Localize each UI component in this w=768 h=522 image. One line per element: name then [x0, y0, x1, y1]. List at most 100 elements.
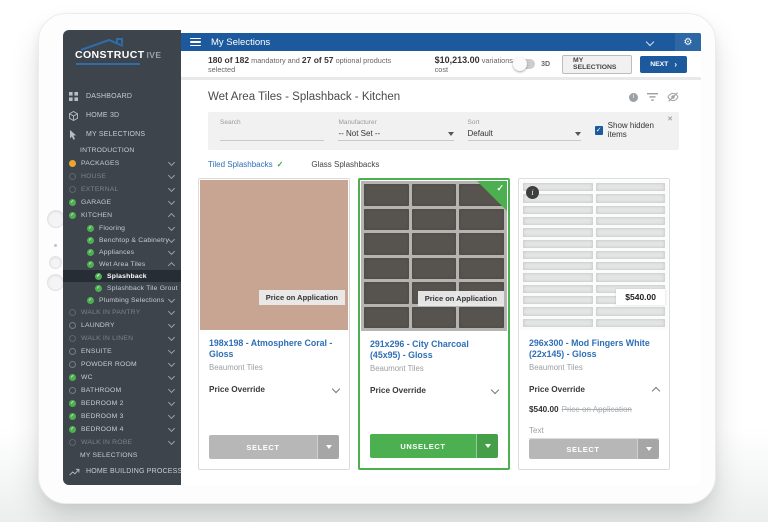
- sidebar-item-label: Appliances: [99, 248, 135, 256]
- sidebar-item-bedroom-3[interactable]: ✓ BEDROOM 3: [63, 410, 181, 423]
- sidebar-item-label: Plumbing Selections: [99, 296, 165, 304]
- info-icon[interactable]: i: [629, 92, 638, 102]
- chevron-down-icon: [331, 384, 341, 393]
- app-bar-title: My Selections: [211, 36, 271, 48]
- sidebar-item-my-selections[interactable]: MY SELECTIONS: [63, 125, 181, 144]
- sidebar-item-wc[interactable]: ✓ WC: [63, 371, 181, 384]
- app-logo[interactable]: CONSTRUCT IVE: [63, 30, 181, 82]
- product-image[interactable]: ✓ Price on Application: [361, 181, 507, 331]
- my-selections-button[interactable]: MY SELECTIONS: [562, 54, 633, 74]
- sidebar-item-kitchen[interactable]: ✓ KITCHEN: [63, 209, 181, 222]
- sidebar-item-appliances[interactable]: ✓ Appliances: [63, 246, 181, 258]
- next-arrow-icon: ›: [674, 59, 677, 69]
- app-screen: CONSTRUCT IVE DASHBOARD HOME 3D MY SELECTIO…: [63, 30, 701, 485]
- chevron-down-icon: [167, 197, 176, 206]
- sidebar-item-bedroom-2[interactable]: ✓ BEDROOM 2: [63, 397, 181, 410]
- status-complete-icon: ✓: [69, 374, 76, 381]
- override-text-input[interactable]: Text: [529, 426, 659, 439]
- dropdown-caret-icon: [447, 131, 454, 136]
- summary-bar: 180 of 182 mandatory and 27 of 57 option…: [181, 51, 701, 80]
- select-button[interactable]: SELECT: [209, 435, 339, 459]
- show-hidden-label: Show hidden items: [607, 121, 654, 139]
- sidebar-item-walk-in-linen[interactable]: WALK IN LINEN: [63, 332, 181, 345]
- chevron-down-icon[interactable]: [645, 37, 655, 47]
- button-dropdown-caret[interactable]: [317, 435, 339, 459]
- sidebar-item-external[interactable]: EXTERNAL: [63, 183, 181, 196]
- tab-glass-splashbacks[interactable]: Glass Splashbacks: [311, 160, 379, 169]
- sidebar-item-introduction[interactable]: INTRODUCTION: [63, 144, 181, 157]
- search-input[interactable]: [220, 129, 325, 141]
- bezel-dot: [54, 244, 57, 247]
- product-grid: Price on Application 198x198 - Atmospher…: [181, 177, 701, 470]
- sidebar-item-flooring[interactable]: ✓ Flooring: [63, 222, 181, 234]
- sidebar-item-my-selections[interactable]: MY SELECTIONS: [63, 449, 181, 462]
- sidebar-item-laundry[interactable]: LAUNDRY: [63, 319, 181, 332]
- sort-select[interactable]: Default: [467, 129, 581, 141]
- product-brand: Beaumont Tiles: [529, 363, 583, 372]
- product-title[interactable]: 198x198 - Atmosphere Coral - Gloss: [209, 338, 339, 361]
- sort-label: Sort: [467, 119, 480, 126]
- sidebar-item-label: HOME BUILDING PROCESS: [86, 468, 181, 475]
- sidebar-item-packages[interactable]: PACKAGES: [63, 157, 181, 170]
- chevron-up-icon: [167, 212, 176, 221]
- manufacturer-select[interactable]: -- Not Set --: [338, 129, 454, 141]
- settings-gear-icon[interactable]: ⚙: [675, 33, 701, 51]
- toggle-pill[interactable]: [513, 57, 536, 71]
- product-brand: Beaumont Tiles: [209, 363, 263, 372]
- tile-image: [520, 180, 668, 330]
- variations-cost: $10,213.00 variations cost: [434, 54, 513, 74]
- status-incomplete-icon: [69, 335, 76, 342]
- product-title[interactable]: 296x300 - Mod Fingers White (22x145) - G…: [529, 338, 659, 361]
- sidebar-item-bathroom[interactable]: BATHROOM: [63, 384, 181, 397]
- chart-icon: [69, 468, 80, 476]
- price-override-toggle[interactable]: Price Override: [529, 385, 661, 396]
- sidebar-item-walk-in-robe[interactable]: WALK IN ROBE: [63, 436, 181, 449]
- show-hidden-checkbox[interactable]: ✓ Show hidden items: [594, 121, 667, 141]
- sidebar-item-wet-area-tiles[interactable]: ✓ Wet Area Tiles: [63, 258, 181, 270]
- sidebar-item-splashback[interactable]: ✓ Splashback: [63, 270, 181, 282]
- button-dropdown-caret[interactable]: [476, 434, 498, 458]
- filter-icon[interactable]: [647, 93, 658, 101]
- price-override-toggle[interactable]: Price Override: [209, 384, 341, 394]
- sidebar-item-label: DASHBOARD: [86, 93, 133, 100]
- page-title: Wet Area Tiles - Splashback - Kitchen: [208, 91, 401, 103]
- tab-tiled-splashbacks[interactable]: Tiled Splashbacks ✓: [208, 160, 283, 169]
- status-incomplete-icon: [69, 173, 76, 180]
- price-override-toggle[interactable]: Price Override: [370, 385, 500, 395]
- status-complete-icon: ✓: [69, 400, 76, 407]
- 3d-toggle[interactable]: 3D: [513, 57, 550, 71]
- price-badge: $540.00: [616, 289, 665, 305]
- info-icon[interactable]: i: [526, 186, 539, 199]
- menu-icon[interactable]: [190, 36, 201, 49]
- sidebar-item-ensuite[interactable]: ENSUITE: [63, 345, 181, 358]
- sidebar-item-dashboard[interactable]: DASHBOARD: [63, 87, 181, 106]
- sidebar-item-bedroom-4[interactable]: ✓ BEDROOM 4: [63, 423, 181, 436]
- sidebar-item-plumbing-selections[interactable]: ✓ Plumbing Selections: [63, 294, 181, 306]
- sidebar-item-splashback-tile-grout[interactable]: ✓ Splashback Tile Grout: [63, 282, 181, 294]
- price-override-value: $540.00 Price on Application: [529, 405, 632, 414]
- close-icon[interactable]: ✕: [667, 115, 673, 123]
- sidebar-item-powder-room[interactable]: POWDER ROOM: [63, 358, 181, 371]
- select-button[interactable]: SELECT: [529, 439, 659, 459]
- hide-eye-icon[interactable]: [667, 92, 679, 102]
- sidebar-item-benchtop-cabinetry[interactable]: ✓ Benchtop & Cabinetry: [63, 234, 181, 246]
- chevron-down-icon: [168, 235, 176, 243]
- button-dropdown-caret[interactable]: [637, 439, 659, 459]
- product-image[interactable]: Price on Application: [200, 180, 348, 330]
- product-image[interactable]: i $540.00: [520, 180, 668, 330]
- unselect-button[interactable]: UNSELECT: [370, 434, 498, 458]
- sidebar-item-label: POWDER ROOM: [81, 361, 137, 368]
- sidebar-item-label: WALK IN PANTRY: [81, 309, 141, 316]
- next-button[interactable]: NEXT ›: [640, 55, 687, 73]
- sidebar-item-home-building-process[interactable]: HOME BUILDING PROCESS: [63, 462, 181, 481]
- price-badge: Price on Application: [258, 290, 345, 305]
- sidebar-item-house[interactable]: HOUSE: [63, 170, 181, 183]
- sidebar-item-walk-in-pantry[interactable]: WALK IN PANTRY: [63, 306, 181, 319]
- checkbox-checked-icon[interactable]: ✓: [594, 125, 603, 135]
- sidebar-item-garage[interactable]: ✓ GARAGE: [63, 196, 181, 209]
- status-complete-icon: ✓: [87, 260, 94, 268]
- product-title[interactable]: 291x296 - City Charcoal (45x95) - Gloss: [370, 339, 498, 362]
- chevron-down-icon: [167, 359, 176, 368]
- sidebar-item-home-3d[interactable]: HOME 3D: [63, 106, 181, 125]
- chevron-down-icon: [167, 333, 176, 342]
